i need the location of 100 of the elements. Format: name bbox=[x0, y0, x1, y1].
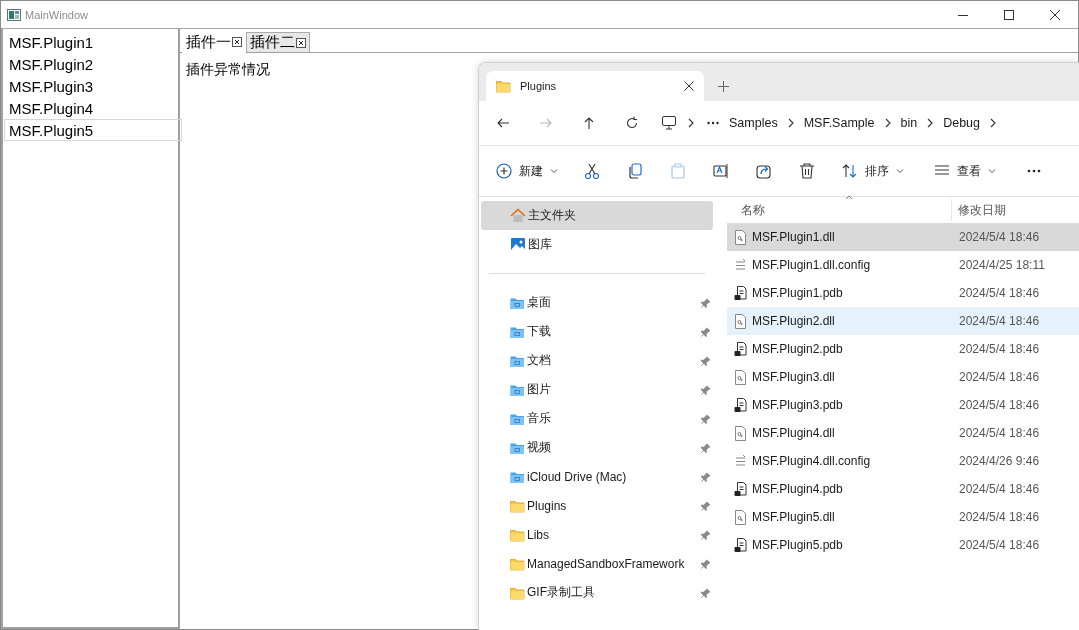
file-row[interactable]: MSF.Plugin4.dll.config 2024/4/26 9:46 bbox=[727, 447, 1079, 475]
folder-icon bbox=[496, 79, 511, 93]
caret-icon bbox=[988, 168, 996, 174]
pdb-file-icon bbox=[734, 285, 747, 301]
nav-item[interactable]: 音乐 bbox=[481, 404, 713, 433]
nav-item[interactable]: 视频 bbox=[481, 433, 713, 462]
file-date: 2024/5/4 18:46 bbox=[959, 314, 1040, 328]
file-row[interactable]: MSF.Plugin2.dll 2024/5/4 18:46 bbox=[727, 307, 1079, 335]
copy-icon bbox=[627, 163, 643, 179]
caret-icon bbox=[550, 168, 558, 174]
tab[interactable]: 插件二 bbox=[246, 32, 310, 52]
maximize-icon[interactable] bbox=[1004, 9, 1014, 20]
pin-icon[interactable] bbox=[701, 500, 711, 511]
share-button[interactable] bbox=[756, 163, 772, 179]
file-row[interactable]: MSF.Plugin4.dll 2024/5/4 18:46 bbox=[727, 419, 1079, 447]
nav-item[interactable]: 文档 bbox=[481, 346, 713, 375]
delete-button[interactable] bbox=[799, 163, 815, 179]
explorer-tab[interactable]: Plugins bbox=[486, 71, 704, 101]
file-date: 2024/5/4 18:46 bbox=[959, 286, 1040, 300]
pin-icon[interactable] bbox=[701, 326, 711, 337]
home-icon bbox=[510, 207, 526, 224]
pin-icon[interactable] bbox=[701, 413, 711, 424]
trash-icon bbox=[799, 163, 815, 179]
file-row[interactable]: MSF.Plugin4.pdb 2024/5/4 18:46 bbox=[727, 475, 1079, 503]
plugin-list-item[interactable]: MSF.Plugin2 bbox=[4, 53, 182, 75]
new-button[interactable]: 新建 bbox=[496, 162, 558, 180]
close-icon[interactable] bbox=[684, 81, 694, 91]
folder-icon bbox=[510, 585, 525, 600]
file-name: MSF.Plugin1.dll bbox=[752, 230, 835, 244]
breadcrumb-item[interactable]: Samples bbox=[729, 116, 778, 130]
pdb-file-icon bbox=[734, 537, 747, 553]
pin-icon[interactable] bbox=[701, 297, 711, 308]
file-name: MSF.Plugin3.dll bbox=[752, 370, 835, 384]
pin-icon[interactable] bbox=[701, 471, 711, 482]
back-arrow-icon bbox=[496, 116, 510, 130]
column-header[interactable]: 修改日期 bbox=[958, 202, 1006, 217]
nav-item[interactable]: 下载 bbox=[481, 317, 713, 346]
plugin-list-item[interactable]: MSF.Plugin4 bbox=[4, 97, 182, 119]
nav-item[interactable]: 桌面 bbox=[481, 288, 713, 317]
share-icon bbox=[756, 163, 772, 179]
file-row[interactable]: MSF.Plugin2.pdb 2024/5/4 18:46 bbox=[727, 335, 1079, 363]
pin-icon[interactable] bbox=[701, 529, 711, 540]
file-row[interactable]: MSF.Plugin1.pdb 2024/5/4 18:46 bbox=[727, 279, 1079, 307]
pin-icon[interactable] bbox=[701, 384, 711, 395]
plugin-list-item[interactable]: MSF.Plugin1 bbox=[4, 31, 182, 53]
file-name: MSF.Plugin1.dll.config bbox=[752, 258, 871, 272]
sort-button[interactable]: 排序 bbox=[842, 162, 904, 180]
file-name: MSF.Plugin4.pdb bbox=[752, 482, 843, 496]
file-name: MSF.Plugin5.pdb bbox=[752, 538, 843, 552]
file-name: MSF.Plugin2.pdb bbox=[752, 342, 843, 356]
nav-item[interactable]: GIF录制工具 bbox=[481, 578, 713, 607]
close-icon[interactable] bbox=[296, 37, 306, 48]
file-row[interactable]: MSF.Plugin3.dll 2024/5/4 18:46 bbox=[727, 363, 1079, 391]
file-date: 2024/5/4 18:46 bbox=[959, 426, 1040, 440]
close-icon[interactable] bbox=[1050, 9, 1060, 20]
pin-icon[interactable] bbox=[701, 442, 711, 453]
chevron-icon bbox=[884, 118, 891, 128]
pin-icon[interactable] bbox=[701, 558, 711, 569]
file-date: 2024/4/26 9:46 bbox=[959, 454, 1040, 468]
file-row[interactable]: MSF.Plugin1.dll 2024/5/4 18:46 bbox=[727, 223, 1079, 251]
rename-button[interactable] bbox=[713, 163, 729, 179]
chevron-icon bbox=[787, 118, 794, 128]
pin-icon[interactable] bbox=[701, 587, 711, 598]
plugin-list-item[interactable]: MSF.Plugin3 bbox=[4, 75, 182, 97]
tab-content-text: 插件异常情况 bbox=[186, 61, 270, 77]
up-arrow-icon bbox=[582, 116, 596, 130]
plugin-list-item[interactable]: MSF.Plugin5 bbox=[4, 119, 182, 141]
sort-caret-icon[interactable] bbox=[845, 195, 853, 200]
pin-icon[interactable] bbox=[701, 355, 711, 366]
folder-icon bbox=[510, 527, 525, 542]
sort-arrows-icon bbox=[842, 163, 858, 179]
copy-button[interactable] bbox=[627, 163, 643, 179]
nav-item[interactable]: 图片 bbox=[481, 375, 713, 404]
more-icon[interactable] bbox=[707, 121, 719, 125]
nav-item[interactable]: 主文件夹 bbox=[481, 201, 713, 230]
app-icon bbox=[7, 8, 21, 21]
file-row[interactable]: MSF.Plugin3.pdb 2024/5/4 18:46 bbox=[727, 391, 1079, 419]
nav-item[interactable]: iCloud Drive (Mac) bbox=[481, 462, 713, 491]
file-name: MSF.Plugin1.pdb bbox=[752, 286, 843, 300]
cut-button[interactable] bbox=[584, 163, 600, 179]
plus-icon[interactable] bbox=[718, 80, 729, 92]
file-date: 2024/5/4 18:46 bbox=[959, 538, 1040, 552]
breadcrumb-item[interactable]: bin bbox=[900, 116, 918, 130]
nav-item[interactable]: ManagedSandboxFramework bbox=[481, 549, 713, 578]
view-button[interactable]: 查看 bbox=[934, 162, 996, 180]
file-date: 2024/4/25 18:11 bbox=[959, 258, 1045, 272]
nav-item[interactable]: Libs bbox=[481, 520, 713, 549]
file-name: MSF.Plugin3.pdb bbox=[752, 398, 843, 412]
column-header[interactable]: 名称 bbox=[741, 201, 765, 219]
close-icon[interactable] bbox=[232, 37, 242, 47]
nav-item[interactable]: 图库 bbox=[481, 230, 713, 259]
dll-file-icon bbox=[734, 313, 747, 329]
chevron-icon bbox=[990, 118, 997, 128]
dll-file-icon bbox=[734, 509, 747, 525]
nav-item[interactable]: Plugins bbox=[481, 491, 713, 520]
breadcrumb-item[interactable]: Debug bbox=[943, 116, 981, 130]
file-row[interactable]: MSF.Plugin1.dll.config 2024/4/25 18:11 bbox=[727, 251, 1079, 279]
file-row[interactable]: MSF.Plugin5.pdb 2024/5/4 18:46 bbox=[727, 531, 1079, 559]
file-row[interactable]: MSF.Plugin5.dll 2024/5/4 18:46 bbox=[727, 503, 1079, 531]
breadcrumb-item[interactable]: MSF.Sample bbox=[803, 116, 875, 130]
